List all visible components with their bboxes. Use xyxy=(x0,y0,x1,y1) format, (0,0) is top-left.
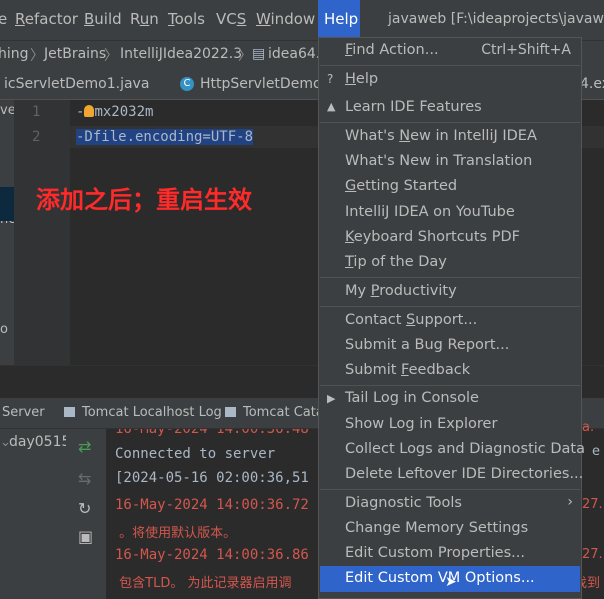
menu-item-whats-new-translation[interactable]: What's New in Translation xyxy=(345,153,532,169)
menu-item-contact-support[interactable]: Contact Support... xyxy=(345,312,477,328)
console-line: 16-May-2024 14:00:36.86 xyxy=(115,547,309,563)
console-fragment: e xyxy=(592,444,600,459)
separator xyxy=(320,65,580,66)
lightbulb-icon[interactable] xyxy=(84,105,95,117)
menu-item-getting-started[interactable]: Getting Started xyxy=(345,178,457,194)
menu-item-show-log[interactable]: Show Log in Explorer xyxy=(345,416,497,432)
console-fragment: 27. xyxy=(582,547,603,562)
console-line: 16-May-2024 14:00:36.48 xyxy=(115,429,309,437)
window-title: javaweb [F:\ideaprojects\javawe xyxy=(388,11,604,27)
menu-item-tip-of-day[interactable]: Tip of the Day xyxy=(345,254,447,270)
console-line: 16-May-2024 14:00:36.72 xyxy=(115,497,309,513)
breadcrumb-item[interactable]: hing xyxy=(0,46,29,62)
console-fragment: 27. xyxy=(582,497,603,512)
help-icon: ? xyxy=(327,72,334,86)
menu-bar: e Refactor Build Run Tools VCS Window He… xyxy=(0,0,604,40)
menu-item-submit-bug[interactable]: Submit a Bug Report... xyxy=(345,337,509,353)
menu-edit[interactable]: e xyxy=(0,10,7,28)
chevron-right-icon: 〉 xyxy=(104,48,118,64)
console-line: Connected to server xyxy=(115,446,276,462)
menu-item-learn-ide[interactable]: Learn IDE Features xyxy=(345,99,482,115)
menu-item-keyboard-pdf[interactable]: Keyboard Shortcuts PDF xyxy=(345,229,520,245)
file-icon: ▤ xyxy=(252,46,266,62)
selected-text: -Dfile.encoding=UTF-8 xyxy=(76,129,254,145)
menu-item-find-action[interactable]: Find Action... xyxy=(345,42,439,58)
shortcut-label: Ctrl+Shift+A xyxy=(481,42,571,58)
chevron-right-icon: 〉 xyxy=(30,48,44,64)
deploy-icon[interactable]: ▣ xyxy=(78,527,93,546)
services-tree: ⌄ day0515_ xyxy=(0,429,77,599)
menu-item-change-memory[interactable]: Change Memory Settings xyxy=(345,520,528,536)
code-line-1[interactable]: - mx2032m xyxy=(76,104,153,120)
line-number: 1 xyxy=(32,104,41,120)
menu-item-edit-properties[interactable]: Edit Custom Properties... xyxy=(345,545,525,561)
graduation-cap-icon: ▲ xyxy=(327,100,336,113)
breadcrumb-item[interactable]: idea64. xyxy=(268,46,320,62)
chevron-right-icon: 〉 xyxy=(238,48,252,64)
console-line: 包含TLD。 为此记录器启用调 xyxy=(115,576,292,591)
menu-help[interactable]: Help xyxy=(318,0,360,40)
menu-item-delete-leftover[interactable]: Delete Leftover IDE Directories... xyxy=(345,466,583,482)
strip-label: o xyxy=(0,322,8,337)
separator xyxy=(320,306,580,307)
menu-run[interactable]: Run xyxy=(130,10,159,28)
breadcrumb-item[interactable]: JetBrains xyxy=(44,46,106,62)
separator xyxy=(320,122,580,123)
menu-item-edit-vm-options[interactable]: Edit Custom VM Options... xyxy=(345,570,535,586)
menu-item-youtube[interactable]: IntelliJ IDEA on YouTube xyxy=(345,204,515,220)
menu-item-diagnostic-tools[interactable]: Diagnostic Tools xyxy=(345,495,462,511)
annotation-text: 添加之后；重启生效 xyxy=(36,186,252,214)
menu-build[interactable]: Build xyxy=(84,10,122,28)
breadcrumb-item[interactable]: IntelliJIdea2022.3 xyxy=(120,46,242,62)
tab-httpservletdemo[interactable]: HttpServletDemo xyxy=(200,76,322,92)
update-icon[interactable]: ⇆ xyxy=(78,469,91,488)
tab-tomcat-localhost-log[interactable]: Tomcat Localhost Log xyxy=(82,405,222,420)
mouse-cursor-icon: ➤ xyxy=(445,574,457,590)
play-icon: ▶ xyxy=(327,392,336,405)
menu-item-submit-feedback[interactable]: Submit Feedback xyxy=(345,362,470,378)
editor-gutter: 1 2 xyxy=(14,100,70,365)
class-icon: C xyxy=(180,77,194,91)
console-line: 。将使用默认版本。 xyxy=(115,526,237,541)
console-icon xyxy=(64,407,75,417)
tab-servletdemo1[interactable]: icServletDemo1.java xyxy=(4,76,149,92)
redeploy-icon[interactable]: ⇄ xyxy=(78,437,91,456)
help-dropdown: Find Action... Ctrl+Shift+A ? Help ▲ Lea… xyxy=(318,37,585,599)
menu-item-my-productivity[interactable]: My Productivity xyxy=(345,283,457,299)
project-panel-strip: ve nc o xyxy=(0,100,16,365)
tab-vmoptions[interactable]: 4.ex xyxy=(580,76,604,92)
menu-tools[interactable]: Tools xyxy=(168,10,205,28)
separator xyxy=(320,277,580,278)
menu-item-whats-new-idea[interactable]: What's New in IntelliJ IDEA xyxy=(345,128,537,144)
menu-window[interactable]: Window xyxy=(256,10,315,28)
separator xyxy=(320,489,580,490)
menu-item-collect-logs[interactable]: Collect Logs and Diagnostic Data xyxy=(345,441,585,457)
chevron-right-icon: › xyxy=(567,494,573,510)
menu-refactor[interactable]: Refactor xyxy=(15,10,78,28)
console-fragment: a. xyxy=(582,420,595,435)
line-number: 2 xyxy=(32,129,41,145)
menu-item-tail-log[interactable]: Tail Log in Console xyxy=(345,390,479,406)
strip-selection xyxy=(0,187,14,221)
console-icon xyxy=(225,407,236,417)
menu-item-help[interactable]: Help xyxy=(345,71,378,87)
separator xyxy=(320,385,580,386)
code-line-2[interactable]: -Dfile.encoding=UTF-8 xyxy=(76,129,254,145)
services-toolbar: ⇄ ⇆ ↻ ▣ xyxy=(66,429,107,599)
refresh-icon[interactable]: ↻ xyxy=(78,499,91,518)
menu-vcs[interactable]: VCS xyxy=(216,10,246,28)
console-line: [2024-05-16 02:00:36,51 xyxy=(115,470,309,486)
tab-server[interactable]: Server xyxy=(2,405,45,420)
